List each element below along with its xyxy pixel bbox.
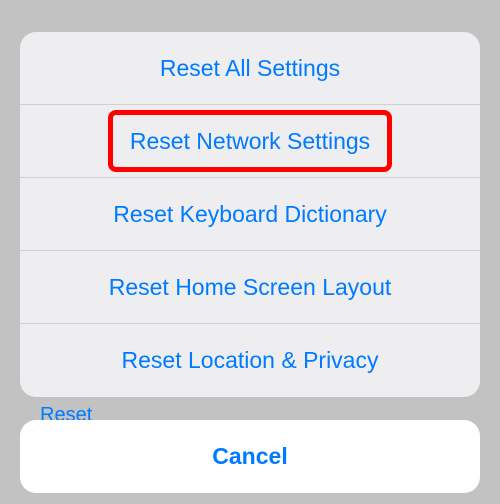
reset-action-sheet: Reset All Settings Reset Network Setting…: [20, 32, 480, 397]
reset-location-privacy-button[interactable]: Reset Location & Privacy: [20, 324, 480, 397]
reset-keyboard-label: Reset Keyboard Dictionary: [113, 201, 387, 228]
reset-all-settings-button[interactable]: Reset All Settings: [20, 32, 480, 105]
reset-network-settings-button[interactable]: Reset Network Settings: [20, 105, 480, 178]
reset-home-screen-layout-button[interactable]: Reset Home Screen Layout: [20, 251, 480, 324]
cancel-button[interactable]: Cancel: [20, 420, 480, 493]
reset-location-label: Reset Location & Privacy: [122, 347, 379, 374]
cancel-label: Cancel: [212, 443, 287, 470]
reset-all-label: Reset All Settings: [160, 55, 340, 82]
reset-keyboard-dictionary-button[interactable]: Reset Keyboard Dictionary: [20, 178, 480, 251]
reset-home-label: Reset Home Screen Layout: [109, 274, 392, 301]
reset-network-label: Reset Network Settings: [130, 128, 370, 155]
